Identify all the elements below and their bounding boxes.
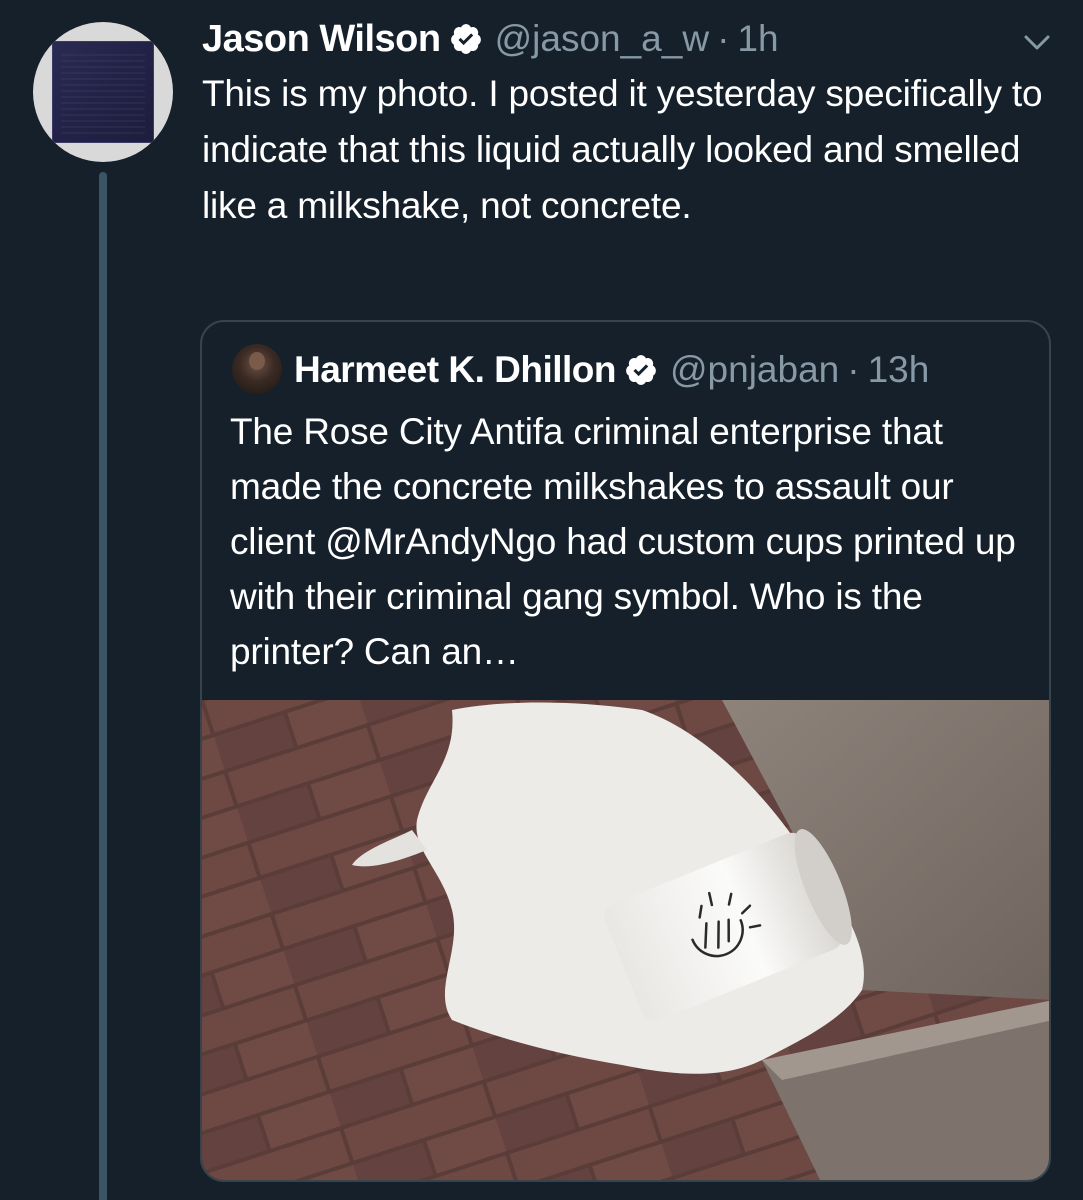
quoted-author-handle: @pnjaban <box>670 349 840 390</box>
tweet-text: This is my photo. I posted it yesterday … <box>202 73 1043 226</box>
separator: · <box>847 349 860 390</box>
separator: · <box>717 18 730 59</box>
quoted-tweet[interactable]: Harmeet K. Dhillon @pnjaban · 13h The Ro… <box>200 320 1051 1182</box>
quoted-author-avatar[interactable] <box>232 344 282 394</box>
quoted-tweet-header: Harmeet K. Dhillon @pnjaban · 13h <box>294 344 929 396</box>
author-name[interactable]: Jason Wilson <box>202 18 441 61</box>
tweet[interactable]: Jason Wilson @jason_a_w · 1h This is my … <box>0 0 1083 1200</box>
tweet-time[interactable]: 1h <box>737 18 778 60</box>
quoted-author-name: Harmeet K. Dhillon <box>294 349 617 390</box>
verified-badge-icon <box>449 22 483 56</box>
quoted-tweet-photo[interactable] <box>202 700 1051 1182</box>
verified-badge-icon <box>624 353 658 387</box>
author-avatar[interactable] <box>33 22 173 162</box>
quoted-tweet-time: 13h <box>867 349 930 390</box>
chevron-down-icon[interactable] <box>1020 28 1054 58</box>
quoted-tweet-text: The Rose City Antifa criminal enterprise… <box>230 411 1016 672</box>
tweet-header: Jason Wilson @jason_a_w · 1h <box>202 14 779 64</box>
thread-line <box>99 172 107 1200</box>
author-handle[interactable]: @jason_a_w <box>495 18 709 60</box>
